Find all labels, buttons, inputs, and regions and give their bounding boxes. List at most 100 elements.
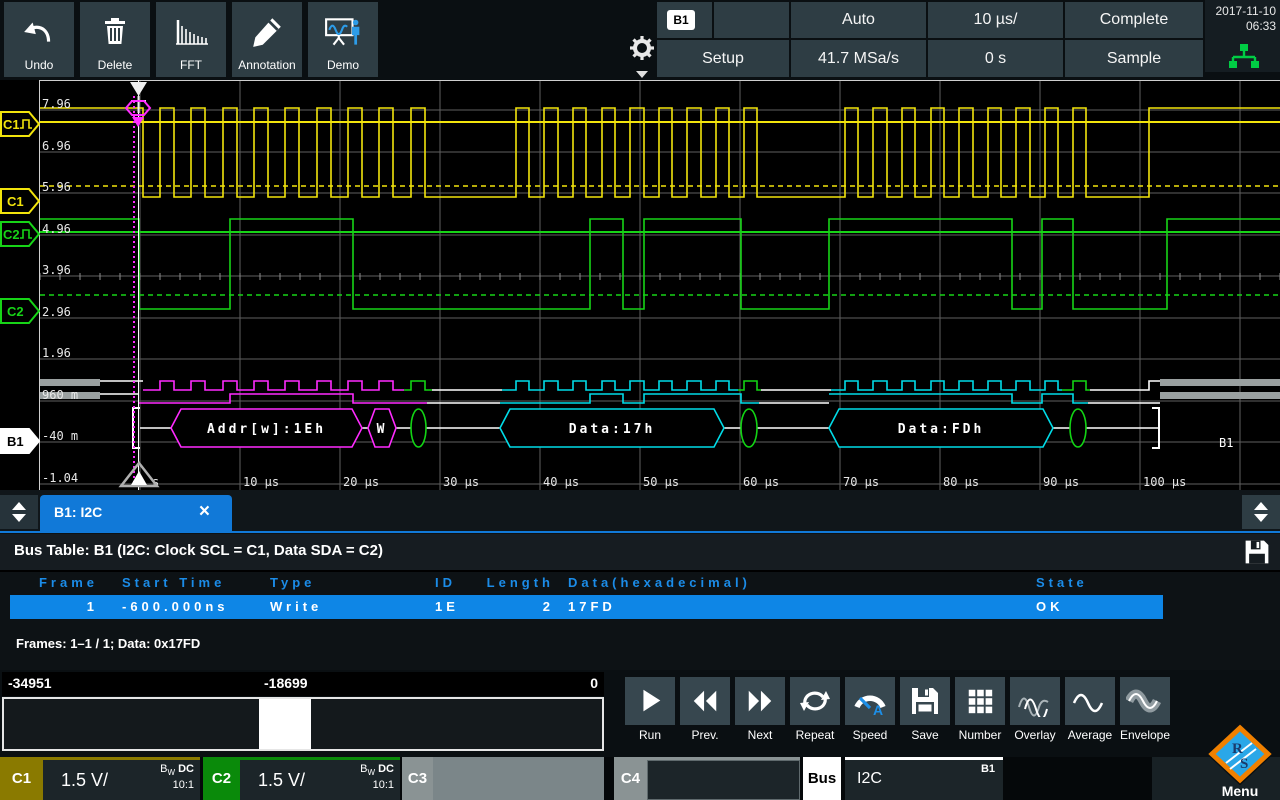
channel-panel-c3[interactable] bbox=[433, 757, 604, 800]
datetime-panel[interactable]: 2017-11-10 06:33 bbox=[1205, 0, 1280, 72]
y-axis-label: 1.96 bbox=[42, 346, 71, 360]
demo-button[interactable]: Demo bbox=[308, 2, 378, 77]
rs-logo-icon[interactable]: RS bbox=[1206, 723, 1274, 785]
x-axis-label: 10 µs bbox=[243, 475, 279, 489]
scroll-mid-value: -18699 bbox=[264, 675, 308, 691]
waveform-area[interactable]: Addr[w]:1EhWData:17hData:FDhB17.966.965.… bbox=[0, 80, 1280, 490]
save-button[interactable] bbox=[900, 677, 950, 725]
channel-marker-b1[interactable]: B1 bbox=[0, 428, 40, 454]
channel-marker-c2-trigger[interactable]: C2 bbox=[0, 221, 40, 247]
save-table-icon[interactable] bbox=[1242, 538, 1272, 571]
sample-rate-cell[interactable]: 41.7 MSa/s bbox=[791, 40, 926, 77]
svg-text:S: S bbox=[1240, 756, 1248, 772]
horizontal-position-cell[interactable]: 0 s bbox=[928, 40, 1063, 77]
prev-button[interactable] bbox=[680, 677, 730, 725]
x-axis-label: 90 µs bbox=[1043, 475, 1079, 489]
menu-label: Menu bbox=[1206, 783, 1274, 799]
channel-panel-c2[interactable]: 1.5 V/BW DC10:1 bbox=[240, 757, 400, 800]
scroll-min-value: -34951 bbox=[8, 675, 52, 691]
bus-decode-text: W bbox=[377, 422, 388, 437]
trigger-source-cell[interactable]: B1 bbox=[657, 2, 712, 38]
acquisition-mode-cell[interactable]: Sample bbox=[1065, 40, 1203, 77]
channel-scale-c1: 1.5 V/ bbox=[61, 770, 108, 791]
row-cell-id: 1E bbox=[435, 599, 459, 614]
svg-text:C1: C1 bbox=[7, 194, 24, 209]
channel-tab-c4[interactable]: C4 bbox=[614, 757, 647, 800]
frames-summary: Frames: 1–1 / 1; Data: 0x17FD bbox=[16, 636, 200, 651]
svg-text:C1: C1 bbox=[3, 117, 20, 132]
x-axis-label: 20 µs bbox=[343, 475, 379, 489]
acquisition-status-cell[interactable]: Complete bbox=[1065, 2, 1203, 38]
bus-tab[interactable]: Bus bbox=[803, 757, 841, 800]
y-axis-label: -1.04 bbox=[42, 471, 78, 485]
demo-label: Demo bbox=[308, 58, 378, 72]
y-axis-label: 5.96 bbox=[42, 180, 71, 194]
gear-icon bbox=[630, 47, 654, 64]
column-header-state: State bbox=[1036, 575, 1088, 590]
scrollbar-thumb[interactable] bbox=[259, 699, 311, 749]
repeat-button[interactable] bbox=[790, 677, 840, 725]
channel-panel-c1[interactable]: 1.5 V/BW DC10:1 bbox=[43, 757, 200, 800]
row-cell-type: Write bbox=[270, 599, 322, 614]
speed-button[interactable]: A bbox=[845, 677, 895, 725]
delete-button[interactable]: Delete bbox=[80, 2, 150, 77]
bus-table-row[interactable]: 1-600.000nsWrite1E217FDOK bbox=[10, 595, 1163, 619]
next-button[interactable] bbox=[735, 677, 785, 725]
y-axis-label: 2.96 bbox=[42, 305, 71, 319]
column-header-start-time: Start Time bbox=[122, 575, 225, 590]
column-header-data-hexadecimal-: Data(hexadecimal) bbox=[568, 575, 751, 590]
undo-button[interactable]: Undo bbox=[4, 2, 74, 77]
channel-marker-c1[interactable]: C1 bbox=[0, 188, 40, 214]
trigger-mode-cell[interactable]: Auto bbox=[791, 2, 926, 38]
row-cell-frame: 1 bbox=[22, 599, 98, 614]
trigger-type-cell[interactable] bbox=[714, 2, 789, 38]
column-header-type: Type bbox=[270, 575, 315, 590]
x-axis-label: 70 µs bbox=[843, 475, 879, 489]
channel-tab-c3[interactable]: C3 bbox=[402, 757, 433, 800]
tab-label: B1: I2C bbox=[54, 504, 102, 520]
envelope-button[interactable] bbox=[1120, 677, 1170, 725]
fft-label: FFT bbox=[156, 58, 226, 72]
x-axis-label: 50 µs bbox=[643, 475, 679, 489]
overlay-button[interactable] bbox=[1010, 677, 1060, 725]
fft-icon bbox=[156, 10, 226, 54]
column-header-length: Length bbox=[468, 575, 554, 590]
channel-panel-c4[interactable] bbox=[647, 757, 800, 800]
bus-panel[interactable]: I2CB1 bbox=[845, 757, 1003, 800]
bus-ack-icon bbox=[1070, 409, 1086, 447]
column-header-frame: Frame bbox=[22, 575, 98, 590]
history-scrollbar[interactable] bbox=[2, 697, 604, 751]
x-axis-label: 100 µs bbox=[1143, 475, 1186, 489]
channel-tab-c1[interactable]: C1 bbox=[0, 757, 43, 800]
ethernet-icon bbox=[1227, 44, 1261, 75]
bus-right-label: B1 bbox=[1219, 436, 1233, 450]
y-axis-label: 3.96 bbox=[42, 263, 71, 277]
average-button[interactable] bbox=[1065, 677, 1115, 725]
tab-b1-i2c[interactable]: B1: I2C × bbox=[40, 495, 232, 531]
fft-button[interactable]: FFT bbox=[156, 2, 226, 77]
run-button[interactable] bbox=[625, 677, 675, 725]
tab-scroll-left-arrows[interactable] bbox=[0, 495, 38, 529]
close-icon[interactable]: × bbox=[199, 501, 210, 523]
settings-gear-button[interactable] bbox=[628, 36, 656, 76]
bus-decode-text: Addr[w]:1Eh bbox=[207, 422, 326, 437]
annotation-button[interactable]: Annotation bbox=[232, 2, 302, 77]
channel-coupling-c1: BW DC10:1 bbox=[160, 763, 194, 792]
channel-marker-c2[interactable]: C2 bbox=[0, 298, 40, 324]
bus-ack-icon bbox=[411, 409, 426, 447]
bus-table-title-bar: Bus Table: B1 (I2C: Clock SCL = C1, Data… bbox=[0, 534, 1280, 572]
channel-scale-c2: 1.5 V/ bbox=[258, 770, 305, 791]
demo-icon bbox=[308, 10, 378, 54]
channel-tab-c2[interactable]: C2 bbox=[203, 757, 240, 800]
timebase-cell[interactable]: 10 µs/ bbox=[928, 2, 1063, 38]
channel-bar: C11.5 V/BW DC10:1C21.5 V/BW DC10:1C3C4Bu… bbox=[0, 757, 1280, 800]
channel-marker-c1-trigger[interactable]: C1 bbox=[0, 111, 40, 137]
tab-scroll-right-arrows[interactable] bbox=[1242, 495, 1280, 529]
setup-cell[interactable]: Setup bbox=[657, 40, 789, 77]
navigation-row: -34951 -18699 0 RunPrev.NextRepeatASpeed… bbox=[0, 670, 1280, 757]
number-button[interactable] bbox=[955, 677, 1005, 725]
svg-text:A: A bbox=[873, 702, 883, 717]
delete-label: Delete bbox=[80, 58, 150, 72]
arrow-up-icon bbox=[12, 502, 26, 510]
bus-decode-text: Data:FDh bbox=[898, 422, 985, 437]
